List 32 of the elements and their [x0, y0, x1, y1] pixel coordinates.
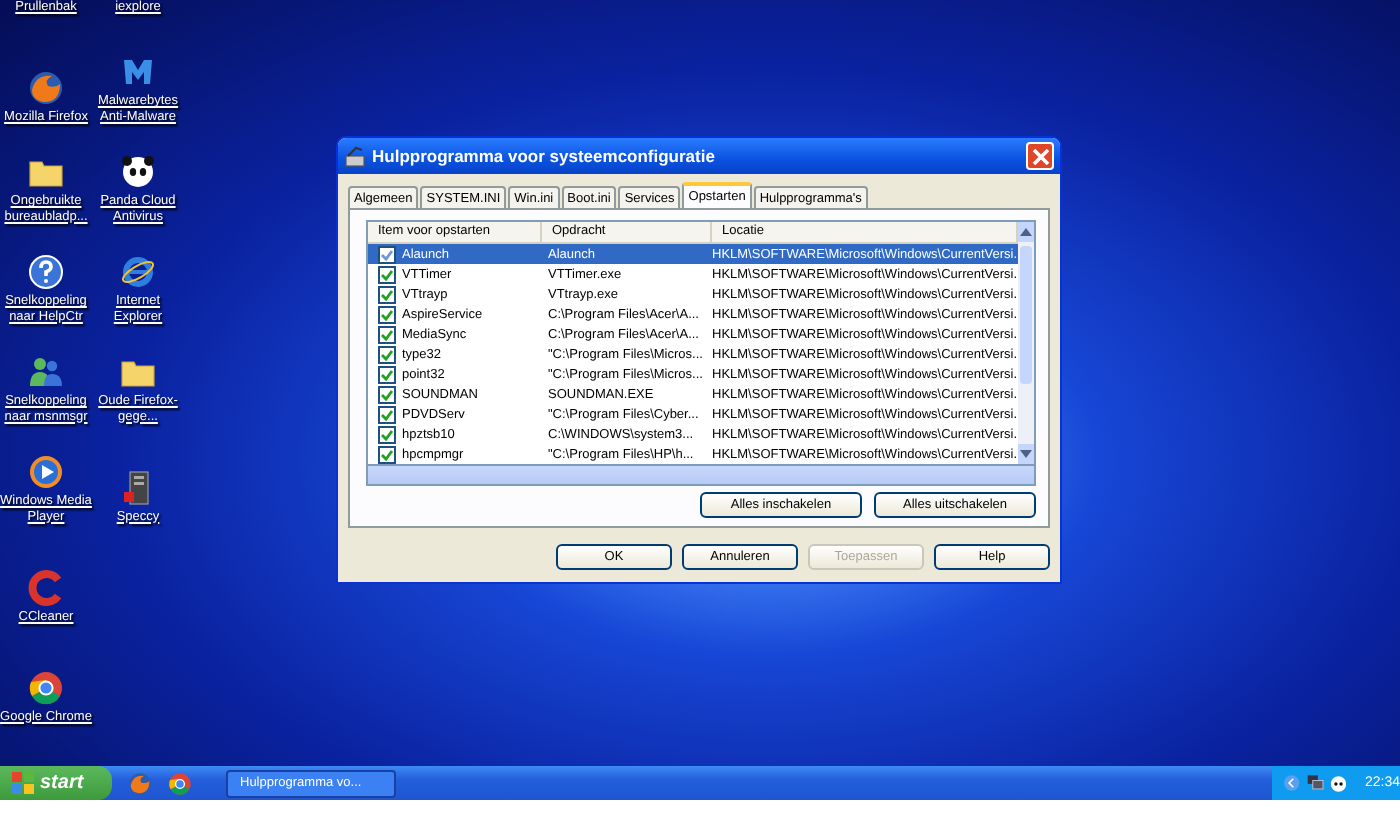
network-icon[interactable] — [1305, 772, 1324, 794]
panda-icon[interactable] — [120, 154, 156, 190]
down-arrow-icon[interactable] — [1019, 450, 1032, 458]
close-icon — [1031, 147, 1049, 165]
checkbox[interactable] — [378, 445, 396, 463]
checkbox[interactable] — [378, 325, 396, 343]
chevron-icon[interactable] — [1284, 774, 1300, 792]
horizontal-scrollbar[interactable] — [366, 466, 1036, 486]
globe-icon[interactable] — [28, 69, 64, 105]
checkbox[interactable] — [378, 385, 396, 403]
app-icon — [344, 145, 366, 167]
checkbox[interactable] — [378, 365, 396, 383]
checkbox[interactable] — [378, 345, 396, 363]
m-logo-icon[interactable] — [120, 54, 156, 90]
checkbox[interactable] — [378, 405, 396, 423]
window-title: Hulpprogramma voor systeemconfiguratie — [372, 146, 717, 166]
panda-icon[interactable] — [1329, 773, 1347, 793]
up-arrow-icon[interactable] — [1019, 228, 1032, 236]
checkbox[interactable] — [378, 245, 396, 263]
play-icon[interactable] — [28, 454, 64, 490]
windows-flag-icon — [12, 772, 34, 794]
people-icon[interactable] — [28, 354, 64, 390]
checkbox[interactable] — [378, 425, 396, 443]
c-logo-icon[interactable] — [28, 569, 64, 605]
help-icon[interactable] — [28, 254, 64, 290]
checkbox[interactable] — [378, 305, 396, 323]
close-button[interactable] — [1026, 142, 1054, 170]
vertical-scrollbar[interactable] — [1017, 222, 1034, 464]
checkbox[interactable] — [378, 285, 396, 303]
circle-logo-icon[interactable] — [28, 669, 64, 705]
checkbox[interactable] — [378, 265, 396, 283]
e-logo-icon[interactable] — [120, 254, 156, 290]
